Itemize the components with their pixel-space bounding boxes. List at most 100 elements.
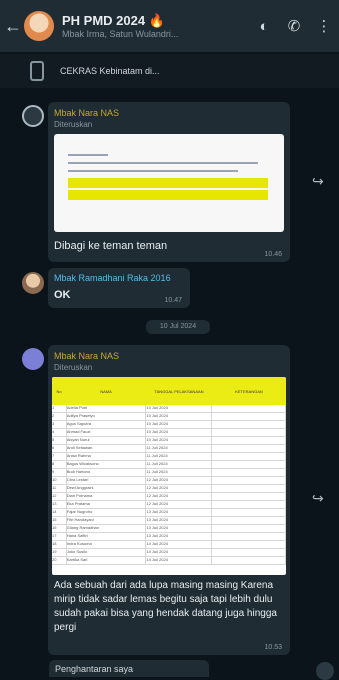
table-row: 2 Aditya Prasetyo 10 Juli 2024 bbox=[52, 413, 286, 421]
table-cell: Dewi Anggraini bbox=[67, 485, 147, 492]
table-cell: Joko Susilo bbox=[67, 549, 147, 556]
table-row: 10 Citra Lestari 12 Juli 2024 bbox=[52, 477, 286, 485]
document-preview[interactable] bbox=[54, 134, 284, 232]
table-cell: 11 bbox=[52, 485, 67, 492]
message-time: 10.46 bbox=[264, 251, 282, 258]
forwarded-label: Diteruskan bbox=[54, 363, 93, 372]
table-row: 20 Kartika Sari 14 Juli 2024 bbox=[52, 557, 286, 565]
table-row: 5 Aisyah Nurul 10 Juli 2024 bbox=[52, 437, 286, 445]
group-avatar[interactable] bbox=[24, 11, 54, 41]
sender-name[interactable]: Mbak Nara NAS bbox=[54, 351, 119, 361]
table-cell bbox=[212, 445, 286, 452]
reply-message-bubble[interactable]: Mbak Ramadhani Raka 2016 OK 10.47 bbox=[48, 268, 190, 308]
table-row: 3 Agus Saputra 10 Juli 2024 bbox=[52, 421, 286, 429]
table-cell: 14 Juli 2024 bbox=[146, 549, 213, 556]
forward-share-icon[interactable]: ↪ bbox=[312, 173, 324, 190]
table-cell: Adelia Putri bbox=[67, 405, 147, 412]
table-cell: 10 Juli 2024 bbox=[146, 429, 213, 436]
sender-avatar[interactable] bbox=[22, 272, 44, 294]
sender-avatar[interactable] bbox=[22, 348, 44, 370]
table-cell bbox=[212, 509, 286, 516]
pin-icon bbox=[30, 61, 44, 81]
table-cell: 8 bbox=[52, 461, 67, 468]
table-cell bbox=[212, 533, 286, 540]
table-cell: Fajar Nugroho bbox=[67, 509, 147, 516]
partial-message-bubble[interactable]: Penghantaran saya bbox=[49, 660, 209, 677]
table-row: 18 Indra Kusuma 14 Juli 2024 bbox=[52, 541, 286, 549]
table-cell: Hana Safitri bbox=[67, 533, 147, 540]
message-time: 10.47 bbox=[164, 297, 182, 304]
table-cell: 10 Juli 2024 bbox=[146, 437, 213, 444]
table-cell: Andi Setiawan bbox=[67, 445, 147, 452]
table-cell: Anisa Rahma bbox=[67, 453, 147, 460]
table-cell bbox=[212, 405, 286, 412]
table-cell: 9 bbox=[52, 469, 67, 476]
table-cell: 15 bbox=[52, 517, 67, 524]
table-cell: 14 Juli 2024 bbox=[146, 557, 213, 564]
doc-text-line bbox=[68, 162, 258, 164]
table-row: 12 Dian Purnama 12 Juli 2024 bbox=[52, 493, 286, 501]
chat-title: PH PMD 2024 🔥 bbox=[62, 13, 165, 28]
table-cell: 4 bbox=[52, 429, 67, 436]
table-cell bbox=[212, 517, 286, 524]
document-message-bubble[interactable]: Mbak Nara NAS Diteruskan Dibagi ke teman… bbox=[48, 102, 290, 262]
chat-header: ← PH PMD 2024 🔥 Mbak Irma, Satun Wulandr… bbox=[0, 0, 339, 52]
sender-avatar[interactable] bbox=[22, 105, 44, 127]
table-cell: Citra Lestari bbox=[67, 477, 147, 484]
table-cell: 12 Juli 2024 bbox=[146, 477, 213, 484]
table-row: 15 Fitri Handayani 13 Juli 2024 bbox=[52, 517, 286, 525]
table-cell: 10 Juli 2024 bbox=[146, 421, 213, 428]
table-cell: 17 bbox=[52, 533, 67, 540]
message-caption: Ada sebuah dari ada lupa masing masing K… bbox=[54, 580, 277, 633]
spreadsheet-message-bubble[interactable]: Mbak Nara NAS Diteruskan No NAMA TANGGAL… bbox=[48, 345, 290, 655]
table-row: 9 Budi Hartono 11 Juli 2024 bbox=[52, 469, 286, 477]
table-cell: 10 Juli 2024 bbox=[146, 405, 213, 412]
column-header: NAMA bbox=[100, 388, 112, 394]
table-cell: Kartika Sari bbox=[67, 557, 147, 564]
back-arrow-icon[interactable]: ← bbox=[4, 16, 22, 37]
table-cell: 13 bbox=[52, 501, 67, 508]
phone-icon[interactable]: ✆ bbox=[279, 17, 309, 35]
pinned-message-text: CEKRAS Kebinatam di... bbox=[60, 66, 160, 76]
table-cell bbox=[212, 429, 286, 436]
table-row: 11 Dewi Anggraini 12 Juli 2024 bbox=[52, 485, 286, 493]
table-row: 4 Ahmad Fauzi 10 Juli 2024 bbox=[52, 429, 286, 437]
table-cell: 13 Juli 2024 bbox=[146, 517, 213, 524]
table-cell: 20 bbox=[52, 557, 67, 564]
table-cell bbox=[212, 437, 286, 444]
table-cell: Eka Pratama bbox=[67, 501, 147, 508]
column-header: KETERANGAN bbox=[235, 388, 263, 394]
message-text: Penghantaran saya bbox=[55, 664, 134, 674]
table-cell bbox=[212, 421, 286, 428]
video-call-icon[interactable]: ◐ bbox=[249, 18, 279, 35]
table-row: 13 Eka Pratama 12 Juli 2024 bbox=[52, 501, 286, 509]
header-title-area[interactable]: PH PMD 2024 🔥 Mbak Irma, Satun Wulandri.… bbox=[62, 13, 249, 39]
scroll-down-button[interactable] bbox=[316, 662, 334, 680]
sender-name[interactable]: Mbak Ramadhani Raka 2016 bbox=[54, 273, 184, 283]
chat-subtitle: Mbak Irma, Satun Wulandri... bbox=[62, 29, 179, 39]
column-header: TANGGAL PELAKSANAAN bbox=[154, 388, 204, 394]
table-cell: 10 Juli 2024 bbox=[146, 413, 213, 420]
table-cell bbox=[212, 413, 286, 420]
table-cell bbox=[212, 549, 286, 556]
table-cell bbox=[212, 461, 286, 468]
forward-share-icon[interactable]: ↪ bbox=[312, 490, 324, 507]
table-cell: 13 Juli 2024 bbox=[146, 509, 213, 516]
doc-text-line bbox=[68, 170, 238, 172]
table-row: 17 Hana Safitri 13 Juli 2024 bbox=[52, 533, 286, 541]
table-row: 6 Andi Setiawan 11 Juli 2024 bbox=[52, 445, 286, 453]
table-cell: 11 Juli 2024 bbox=[146, 453, 213, 460]
table-cell: 5 bbox=[52, 437, 67, 444]
table-cell: 18 bbox=[52, 541, 67, 548]
spreadsheet-image[interactable]: No NAMA TANGGAL PELAKSANAAN KETERANGAN 1… bbox=[52, 377, 286, 575]
message-caption: Dibagi ke teman teman bbox=[54, 240, 168, 252]
table-cell: 14 bbox=[52, 509, 67, 516]
table-cell: 1 bbox=[52, 405, 67, 412]
more-vertical-icon[interactable]: ⋮ bbox=[309, 17, 339, 35]
table-cell: 7 bbox=[52, 453, 67, 460]
table-cell: 16 bbox=[52, 525, 67, 532]
table-cell bbox=[212, 525, 286, 532]
table-cell: 19 bbox=[52, 549, 67, 556]
sender-name[interactable]: Mbak Nara NAS bbox=[54, 108, 119, 118]
pinned-message-bar[interactable]: CEKRAS Kebinatam di... bbox=[0, 54, 339, 88]
